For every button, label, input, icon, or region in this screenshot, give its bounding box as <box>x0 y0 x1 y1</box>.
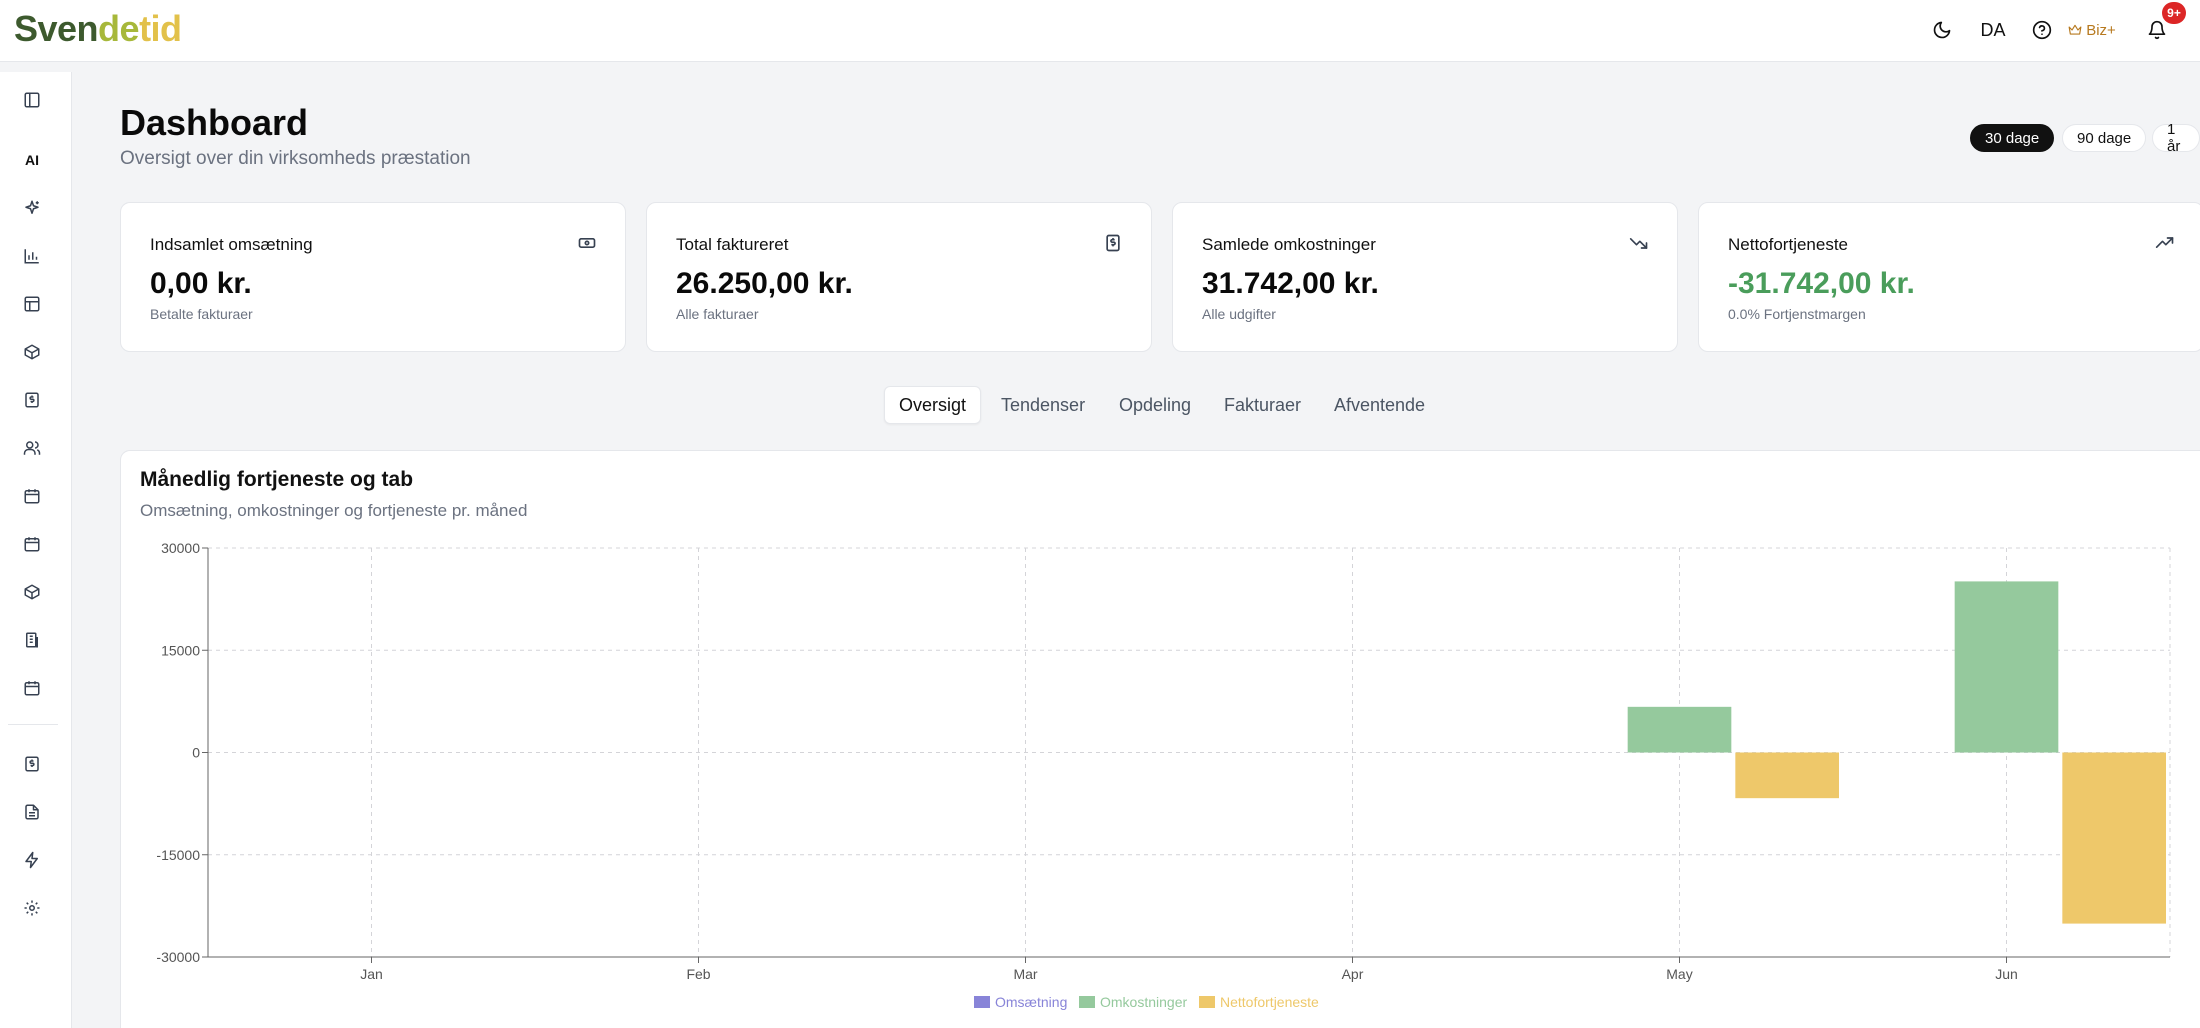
page-title: Dashboard <box>120 102 309 143</box>
package-icon[interactable] <box>22 342 42 362</box>
moon-icon[interactable] <box>1930 14 1954 46</box>
tab-oversigt[interactable]: Oversigt <box>884 386 982 424</box>
kpi-sub: Alle udgifter <box>1202 306 1276 322</box>
plan-label: Biz+ <box>2086 21 2116 39</box>
calendar-icon[interactable] <box>22 486 42 506</box>
kpi-sub: Betalte fakturaer <box>150 306 253 322</box>
legend-item-omkostninger[interactable]: Omkostninger <box>1079 994 1187 1010</box>
trending-down-icon <box>1629 233 1649 253</box>
kpi-value: 26.250,00 kr. <box>676 267 853 300</box>
brand-part-3: tid <box>139 8 182 49</box>
brand-part-2: de <box>98 8 140 49</box>
range-90-days[interactable]: 90 dage <box>2062 124 2147 152</box>
range-30-days[interactable]: 30 dage <box>1970 124 2055 152</box>
x-tick-label: Apr <box>1342 966 1364 982</box>
language-switcher[interactable]: DA <box>1978 14 2008 46</box>
tab-fakturaer[interactable]: Fakturaer <box>1210 386 1315 424</box>
bar-omkostninger-jun <box>1954 581 2059 753</box>
y-tick-label: -30000 <box>156 949 200 965</box>
range-1-year[interactable]: 1 år <box>2152 121 2200 155</box>
bar-chart-icon[interactable] <box>22 246 42 266</box>
y-tick-label: -15000 <box>156 847 200 863</box>
settings-icon[interactable] <box>22 898 42 918</box>
legend-swatch <box>974 996 990 1008</box>
kpi-sub: Alle fakturaer <box>676 306 759 322</box>
bar-nettofortjeneste-may <box>1735 752 1839 799</box>
trending-up-icon <box>2155 233 2175 253</box>
y-tick-label: 30000 <box>161 540 200 556</box>
panel-toggle-icon[interactable] <box>22 90 42 110</box>
legend-label: Nettofortjeneste <box>1220 994 1319 1010</box>
chart-title: Månedlig fortjeneste og tab <box>140 468 414 491</box>
help-circle-icon[interactable] <box>2030 14 2054 46</box>
bar-omkostninger-may <box>1627 706 1732 753</box>
tab-afventende[interactable]: Afventende <box>1320 386 1439 424</box>
bar-nettofortjeneste-jun <box>2062 752 2166 924</box>
invoice-icon[interactable] <box>22 390 42 410</box>
legend-label: Omsætning <box>995 994 1068 1010</box>
legend-swatch <box>1199 996 1215 1008</box>
chart-subtitle: Omsætning, omkostninger og fortjeneste p… <box>140 501 528 520</box>
users-icon[interactable] <box>22 438 42 458</box>
plan-button[interactable]: Biz+ <box>2066 14 2118 46</box>
notification-badge: 9+ <box>2162 2 2186 24</box>
kpi-value: 0,00 kr. <box>150 267 252 300</box>
layout-icon[interactable] <box>22 294 42 314</box>
kpi-card-collected-revenue: Indsamlet omsætning 0,00 kr. Betalte fak… <box>120 202 626 352</box>
sidebar-divider <box>8 724 58 725</box>
sparkles-icon[interactable] <box>22 198 42 218</box>
x-tick-label: Feb <box>686 966 710 982</box>
kpi-sub: 0.0% Fortjenstmargen <box>1728 306 1866 322</box>
kpi-value: -31.742,00 kr. <box>1728 267 1915 300</box>
x-tick-label: Jun <box>1995 966 2018 982</box>
page-subtitle: Oversigt over din virksomheds præstation <box>120 148 471 169</box>
kpi-label: Nettofortjeneste <box>1728 235 1849 254</box>
profit-loss-chart: 30000 15000 0 -15000 -30000 Jan Feb Mar Apr May Ju… <box>156 540 2171 982</box>
kpi-card-total-invoiced: Total faktureret 26.250,00 kr. Alle fakt… <box>646 202 1152 352</box>
brand-logo[interactable]: Svendetid <box>14 8 182 50</box>
kpi-label: Total faktureret <box>676 235 789 254</box>
legend-item-nettofortjeneste[interactable]: Nettofortjeneste <box>1199 994 1319 1010</box>
x-tick-label: May <box>1666 966 1692 982</box>
kpi-card-net-profit: Nettofortjeneste -31.742,00 kr. 0.0% For… <box>1698 202 2200 352</box>
receipt-icon <box>1103 233 1123 253</box>
invoice-icon[interactable] <box>22 754 42 774</box>
crown-icon <box>2068 23 2082 37</box>
kpi-label: Indsamlet omsætning <box>150 235 313 254</box>
tab-tendenser[interactable]: Tendenser <box>987 386 1099 424</box>
legend-swatch <box>1079 996 1095 1008</box>
package-icon[interactable] <box>22 582 42 602</box>
calendar-icon[interactable] <box>22 534 42 554</box>
x-tick-label: Mar <box>1013 966 1037 982</box>
banknote-icon <box>577 233 597 253</box>
top-bar: Svendetid DA Biz+ 9+ <box>0 0 2200 62</box>
legend-item-omsaetning[interactable]: Omsætning <box>974 994 1067 1010</box>
sidebar-item-ai[interactable]: AI <box>22 150 42 170</box>
zap-icon[interactable] <box>22 850 42 870</box>
y-tick-label: 15000 <box>161 642 200 658</box>
legend-label: Omkostninger <box>1100 994 1188 1010</box>
calendar-icon[interactable] <box>22 678 42 698</box>
kpi-value: 31.742,00 kr. <box>1202 267 1379 300</box>
building-icon[interactable] <box>22 630 42 650</box>
kpi-label: Samlede omkostninger <box>1202 235 1376 254</box>
x-tick-label: Jan <box>360 966 383 982</box>
y-tick-label: 0 <box>192 745 200 761</box>
sidebar: AI <box>0 72 72 1028</box>
file-text-icon[interactable] <box>22 802 42 822</box>
brand-part-1: Sven <box>14 8 99 49</box>
tab-opdeling[interactable]: Opdeling <box>1105 386 1205 424</box>
kpi-card-total-costs: Samlede omkostninger 31.742,00 kr. Alle … <box>1172 202 1678 352</box>
